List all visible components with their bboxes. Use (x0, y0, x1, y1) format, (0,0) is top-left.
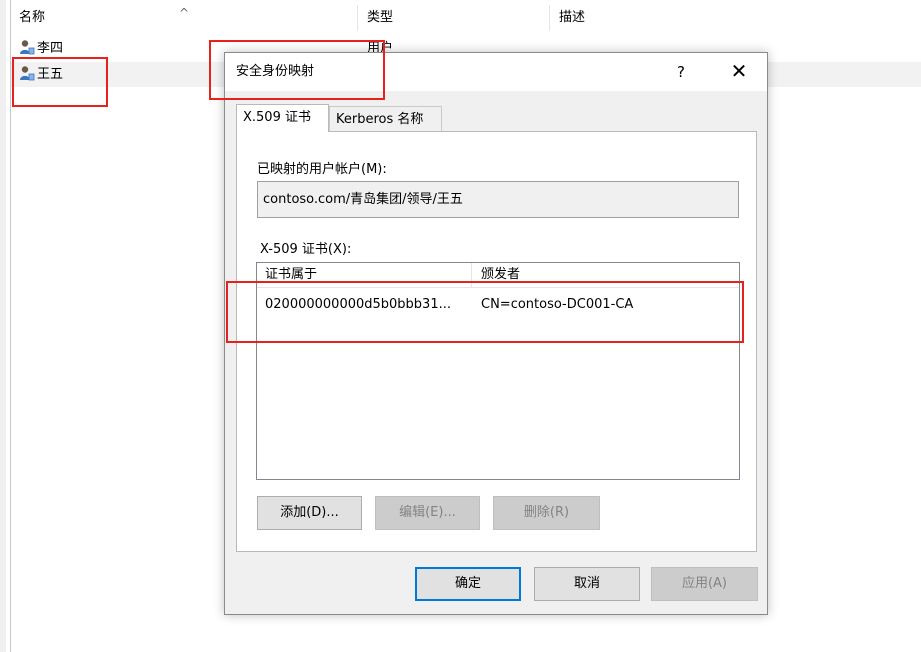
left-pane-strip (0, 0, 6, 652)
tab-panel: 已映射的用户帐户(M): contoso.com/青岛集团/领导/王五 X-50… (236, 131, 757, 552)
tab-x509-certificates[interactable]: X.509 证书 (236, 104, 329, 132)
mapped-account-field[interactable]: contoso.com/青岛集团/领导/王五 (257, 181, 739, 218)
dialog-titlebar[interactable]: 安全身份映射 ? ✕ (225, 53, 767, 91)
apply-button[interactable]: 应用(A) (651, 567, 758, 601)
column-header-name-label: 名称 (19, 10, 46, 25)
certificate-issuer: CN=contoso-DC001-CA (481, 297, 634, 312)
add-button[interactable]: 添加(D)... (257, 496, 362, 530)
sort-ascending-icon: ^ (179, 6, 190, 20)
list-item-name-cell: 李四 (19, 36, 63, 61)
security-identity-mapping-dialog: 安全身份映射 ? ✕ X.509 证书 Kerberos 名称 已映射的用户帐户… (224, 52, 768, 615)
list-header: 名称 ^ 类型 描述 (11, 5, 921, 31)
delete-button[interactable]: 删除(R) (493, 496, 600, 530)
column-header-issued-to[interactable]: 证书属于 (257, 263, 472, 287)
column-header-type[interactable]: 类型 (359, 5, 550, 31)
certificates-list[interactable]: 证书属于 颁发者 020000000000d5b0bbb31... CN=con… (256, 262, 740, 480)
column-header-name[interactable]: 名称 ^ (11, 5, 358, 31)
cancel-button[interactable]: 取消 (534, 567, 640, 601)
help-button[interactable]: ? (661, 53, 701, 91)
list-item-name: 李四 (37, 41, 64, 56)
mapped-account-label: 已映射的用户帐户(M): (257, 162, 387, 177)
certificate-row[interactable]: 020000000000d5b0bbb31... CN=contoso-DC00… (257, 293, 739, 317)
certificate-owner: 020000000000d5b0bbb31... (265, 297, 451, 312)
close-button[interactable]: ✕ (715, 53, 763, 91)
user-icon (20, 66, 35, 81)
column-header-description[interactable]: 描述 (551, 5, 921, 31)
certificates-list-header: 证书属于 颁发者 (257, 263, 739, 288)
user-icon (20, 40, 35, 55)
column-header-issuer[interactable]: 颁发者 (473, 263, 739, 287)
left-pane-edge (0, 0, 11, 652)
certificates-label: X-509 证书(X): (260, 242, 352, 257)
list-item-name: 王五 (37, 67, 64, 82)
tab-kerberos-names[interactable]: Kerberos 名称 (329, 106, 442, 132)
ok-button[interactable]: 确定 (415, 567, 521, 601)
dialog-title: 安全身份映射 (236, 64, 315, 79)
list-item-name-cell: 王五 (19, 62, 63, 87)
edit-button[interactable]: 编辑(E)... (375, 496, 480, 530)
